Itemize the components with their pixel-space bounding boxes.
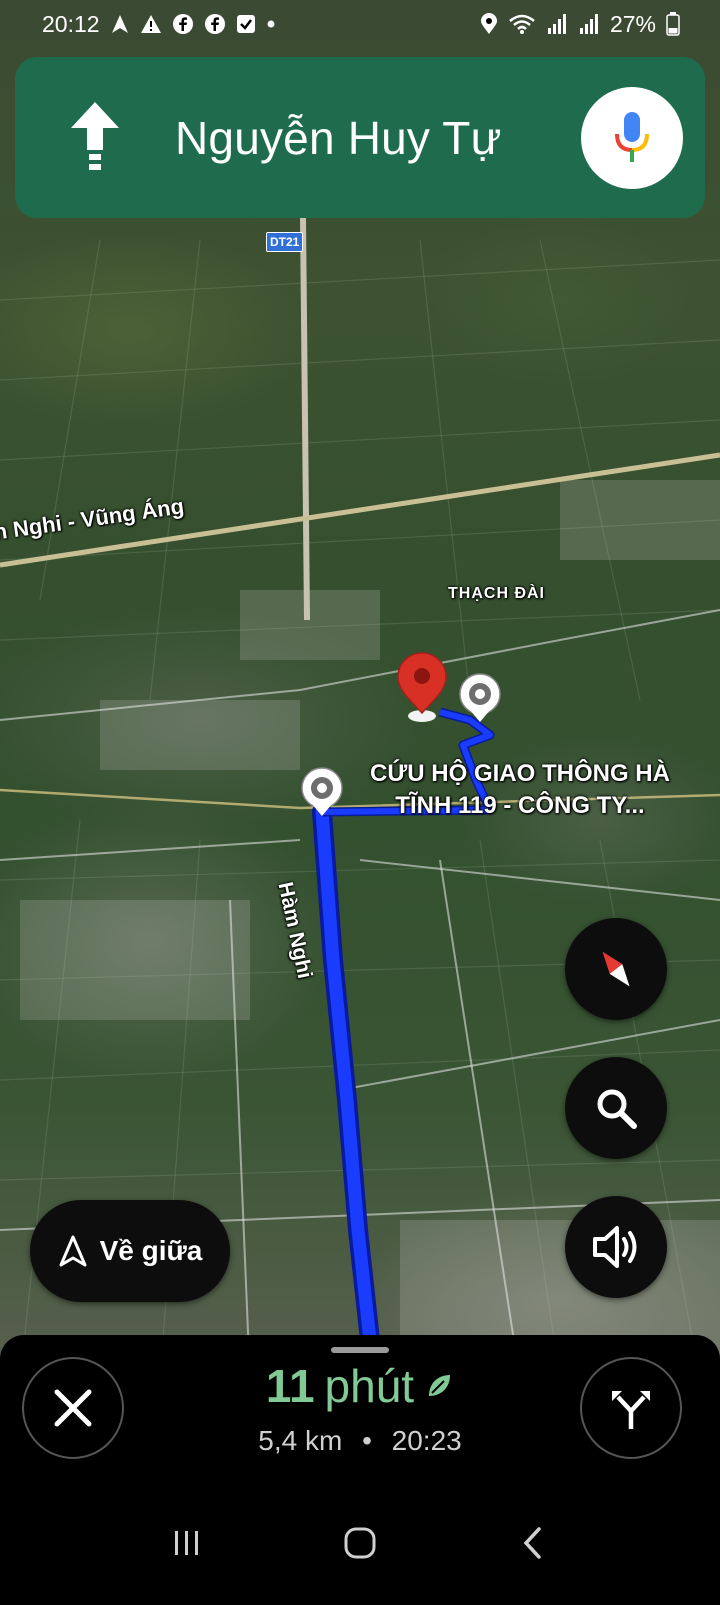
status-bar: 20:12 27%	[0, 0, 720, 48]
microphone-icon	[615, 111, 649, 162]
compass-button[interactable]	[565, 918, 667, 1020]
system-navigation-bar	[0, 1480, 720, 1605]
destination-label[interactable]: CỨU HỘ GIAO THÔNG HÀ TĨNH 119 - CÔNG TY.…	[340, 758, 700, 822]
recent-apps-button[interactable]	[147, 1503, 227, 1583]
separator-dot: •	[362, 1425, 372, 1456]
eco-leaf-icon	[429, 1375, 451, 1396]
recenter-button[interactable]: Về giữa	[30, 1200, 230, 1302]
facebook-icon	[172, 13, 194, 35]
straight-arrow-icon	[15, 57, 175, 218]
speaker-icon	[593, 1226, 637, 1268]
search-icon	[597, 1089, 637, 1129]
more-notifications-dot-icon	[266, 19, 276, 29]
home-icon	[344, 1527, 376, 1558]
navigation-arrow-icon	[59, 1235, 87, 1267]
location-pin-icon	[480, 13, 498, 35]
duration-value: 11	[265, 1360, 315, 1412]
recenter-label: Về giữa	[99, 1235, 203, 1266]
alternate-routes-button[interactable]	[580, 1357, 682, 1459]
search-along-route-button[interactable]	[565, 1057, 667, 1159]
back-button[interactable]	[493, 1503, 573, 1583]
area-label: THẠCH ĐÀI	[448, 585, 545, 602]
wifi-icon	[508, 13, 536, 35]
battery-icon	[666, 12, 680, 36]
navigation-arrow-icon	[110, 14, 130, 34]
drag-handle[interactable]	[331, 1347, 389, 1353]
compass-icon	[602, 951, 630, 987]
signal-icon	[546, 13, 568, 35]
checkbox-icon	[236, 14, 256, 34]
back-icon	[523, 1526, 542, 1559]
road-shield-dt21: DT21	[266, 232, 304, 252]
signal-icon	[578, 13, 600, 35]
facebook-icon	[204, 13, 226, 35]
navigation-banner[interactable]: Nguyễn Huy Tự	[15, 57, 705, 218]
home-button[interactable]	[320, 1503, 400, 1583]
route-fork-icon	[612, 1391, 650, 1429]
warning-icon	[140, 14, 162, 34]
next-street-name: Nguyễn Huy Tự	[175, 111, 502, 164]
recent-apps-icon	[174, 1530, 198, 1555]
battery-percent: 27%	[609, 10, 656, 37]
sound-button[interactable]	[565, 1196, 667, 1298]
voice-search-button[interactable]	[581, 86, 683, 189]
duration-unit: phút	[324, 1360, 415, 1412]
trip-distance: 5,4 km	[258, 1425, 343, 1456]
arrival-time: 20:23	[391, 1425, 462, 1456]
clock: 20:12	[42, 10, 100, 37]
